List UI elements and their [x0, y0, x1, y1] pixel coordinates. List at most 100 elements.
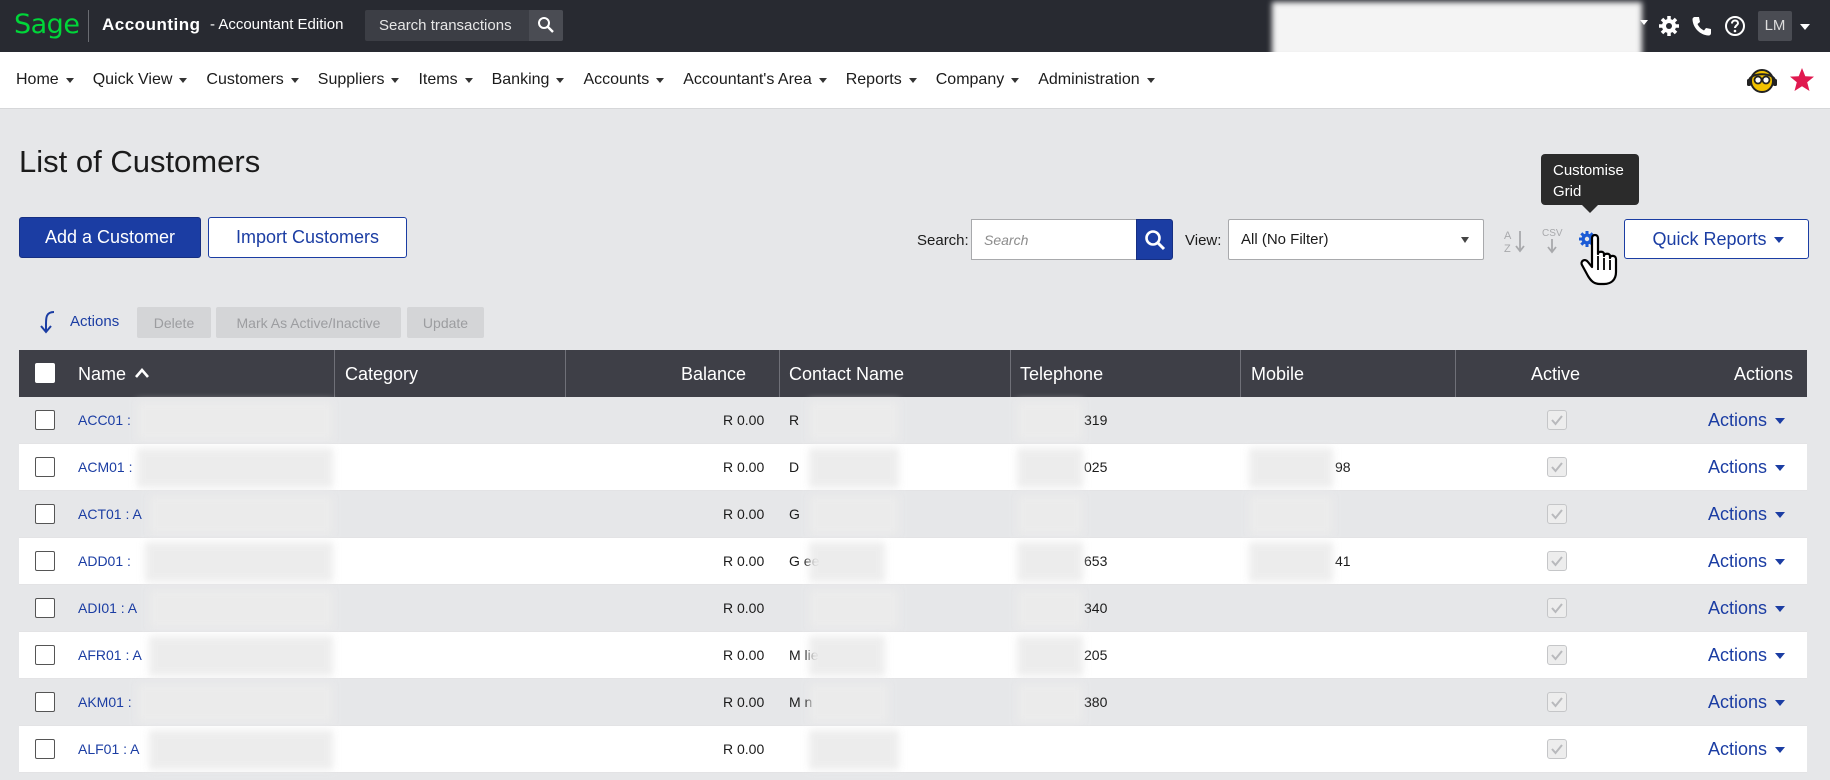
customer-name-link[interactable]: AKM01 :: [78, 694, 132, 710]
check-icon: [1551, 556, 1563, 567]
redacted-area: [149, 730, 333, 770]
row-actions-dropdown[interactable]: Actions: [1708, 457, 1786, 478]
delete-button[interactable]: Delete: [137, 307, 211, 338]
row-actions-dropdown[interactable]: Actions: [1708, 645, 1786, 666]
gear-icon[interactable]: [1658, 15, 1680, 37]
column-header-balance[interactable]: Balance: [681, 364, 746, 385]
row-actions-dropdown[interactable]: Actions: [1708, 598, 1786, 619]
row-checkbox[interactable]: [35, 504, 55, 524]
row-actions-dropdown[interactable]: Actions: [1708, 410, 1786, 431]
nav-home[interactable]: Home: [16, 71, 74, 89]
customer-name-link[interactable]: ALF01 : A: [78, 741, 139, 757]
column-divider[interactable]: [779, 350, 780, 397]
user-menu-chevron-icon[interactable]: [1800, 24, 1810, 30]
favorite-star-icon[interactable]: [1789, 67, 1815, 93]
column-divider[interactable]: [565, 350, 566, 397]
sage-logo[interactable]: Sage: [14, 9, 80, 40]
customer-name-link[interactable]: ACM01 :: [78, 459, 132, 475]
active-checkbox: [1547, 457, 1567, 477]
mark-active-inactive-button[interactable]: Mark As Active/Inactive: [216, 307, 401, 338]
nav-customers[interactable]: Customers: [206, 71, 299, 89]
nav-company[interactable]: Company: [936, 71, 1020, 89]
transaction-search-input[interactable]: Search transactions: [379, 17, 512, 34]
support-agent-icon[interactable]: [1746, 66, 1778, 96]
row-checkbox[interactable]: [35, 739, 55, 759]
sort-ascending-icon[interactable]: [134, 367, 150, 379]
chevron-down-icon: [908, 77, 917, 83]
help-icon[interactable]: [1724, 15, 1746, 37]
update-button[interactable]: Update: [407, 307, 484, 338]
column-header-telephone[interactable]: Telephone: [1020, 364, 1103, 385]
customer-name-link[interactable]: ADI01 : A: [78, 600, 137, 616]
company-selector-chevron-icon[interactable]: [1640, 20, 1648, 25]
csv-export-icon[interactable]: CSV: [1541, 226, 1565, 254]
chevron-down-icon: [556, 77, 565, 83]
search-icon: [1145, 230, 1166, 251]
nav-items[interactable]: Items: [418, 71, 473, 89]
user-avatar[interactable]: LM: [1758, 11, 1792, 41]
transaction-search[interactable]: Search transactions: [365, 10, 563, 41]
column-header-contact-name[interactable]: Contact Name: [789, 364, 904, 385]
bulk-actions-label: Actions: [70, 313, 120, 330]
check-icon: [1551, 744, 1563, 755]
customer-search-input[interactable]: [971, 219, 1137, 260]
customer-name-link[interactable]: AFR01 : A: [78, 647, 142, 663]
row-checkbox[interactable]: [35, 457, 55, 477]
row-actions-dropdown[interactable]: Actions: [1708, 692, 1786, 713]
row-checkbox[interactable]: [35, 692, 55, 712]
column-divider[interactable]: [1240, 350, 1241, 397]
quick-reports-button[interactable]: Quick Reports: [1624, 219, 1809, 259]
transaction-search-button[interactable]: [529, 10, 563, 41]
search-label: Search:: [917, 232, 969, 249]
balance-value: R 0.00: [723, 553, 765, 569]
balance-value: R 0.00: [723, 741, 765, 757]
nav-quick-view[interactable]: Quick View: [93, 71, 188, 89]
column-divider[interactable]: [1455, 350, 1456, 397]
phone-icon[interactable]: [1690, 15, 1712, 37]
view-filter-select[interactable]: All (No Filter): [1228, 219, 1484, 260]
column-header-mobile[interactable]: Mobile: [1251, 364, 1304, 385]
redacted-area: [149, 495, 333, 535]
customer-name-link[interactable]: ACT01 : A: [78, 506, 142, 522]
column-divider[interactable]: [334, 350, 335, 397]
column-divider[interactable]: [1010, 350, 1011, 397]
company-selector[interactable]: [1272, 2, 1642, 58]
customer-name-link[interactable]: ACC01 :: [78, 412, 131, 428]
import-customers-button[interactable]: Import Customers: [208, 217, 407, 258]
active-checkbox: [1547, 504, 1567, 524]
chevron-down-icon: [818, 77, 827, 83]
row-checkbox[interactable]: [35, 551, 55, 571]
row-checkbox[interactable]: [35, 410, 55, 430]
bulk-actions-arrow-icon: [40, 311, 55, 334]
chevron-down-icon: [1775, 700, 1786, 707]
nav-accounts[interactable]: Accounts: [583, 71, 665, 89]
sort-az-icon[interactable]: A Z: [1504, 228, 1528, 254]
nav-suppliers[interactable]: Suppliers: [318, 71, 400, 89]
nav-banking[interactable]: Banking: [492, 71, 565, 89]
table-row: AFR01 : A R 0.00 M lie 205 Actions: [19, 632, 1807, 679]
telephone-value: 340: [1084, 600, 1108, 616]
nav-administration[interactable]: Administration: [1038, 71, 1155, 89]
row-actions-dropdown[interactable]: Actions: [1708, 739, 1786, 760]
row-checkbox[interactable]: [35, 598, 55, 618]
select-all-checkbox[interactable]: [35, 363, 55, 383]
row-actions-dropdown[interactable]: Actions: [1708, 551, 1786, 572]
column-header-name[interactable]: Name: [78, 364, 126, 385]
table-row: ACM01 : R 0.00 D 025 98 Actions: [19, 444, 1807, 491]
redacted-area: [1017, 495, 1083, 535]
balance-value: R 0.00: [723, 600, 765, 616]
add-customer-button[interactable]: Add a Customer: [19, 217, 201, 258]
customer-name-link[interactable]: ADD01 :: [78, 553, 131, 569]
column-header-category[interactable]: Category: [345, 364, 418, 385]
customer-search-button[interactable]: [1136, 219, 1173, 260]
row-checkbox[interactable]: [35, 645, 55, 665]
customise-grid-tooltip: Customise Grid: [1541, 154, 1639, 205]
app-name: Accounting: [102, 15, 201, 34]
chevron-down-icon: [1461, 237, 1469, 243]
active-checkbox: [1547, 739, 1567, 759]
chevron-down-icon: [1011, 77, 1020, 83]
nav-accountants-area[interactable]: Accountant's Area: [683, 71, 827, 89]
nav-reports[interactable]: Reports: [846, 71, 917, 89]
column-header-active[interactable]: Active: [1531, 364, 1580, 385]
row-actions-dropdown[interactable]: Actions: [1708, 504, 1786, 525]
